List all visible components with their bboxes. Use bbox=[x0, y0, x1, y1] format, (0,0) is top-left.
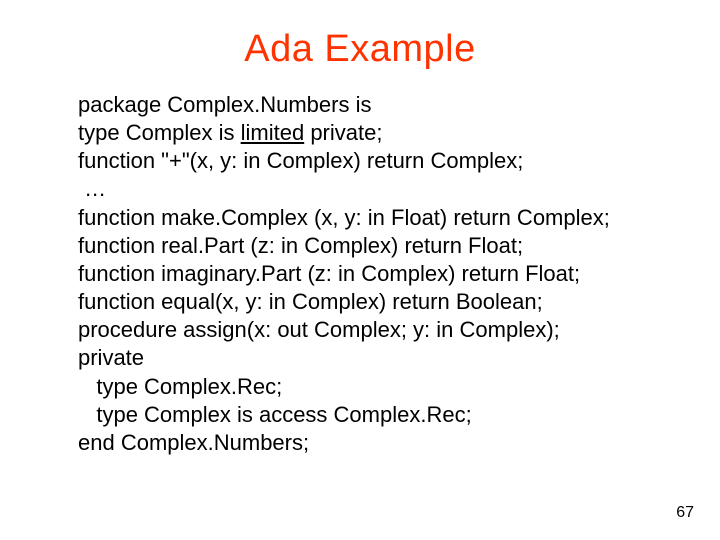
code-line-4: … bbox=[78, 176, 106, 201]
code-line-2a: type Complex is bbox=[78, 120, 241, 145]
code-line-10: private bbox=[78, 345, 144, 370]
code-line-11: type Complex.Rec; bbox=[78, 374, 282, 399]
code-line-7: function imaginary.Part (z: in Complex) … bbox=[78, 261, 580, 286]
code-line-9: procedure assign(x: out Complex; y: in C… bbox=[78, 317, 560, 342]
code-line-12: type Complex is access Complex.Rec; bbox=[78, 402, 472, 427]
code-line-2c: private; bbox=[304, 120, 382, 145]
code-line-1: package Complex.Numbers is bbox=[78, 92, 371, 117]
page-number: 67 bbox=[676, 504, 694, 522]
code-line-6: function real.Part (z: in Complex) retur… bbox=[78, 233, 523, 258]
code-line-13: end Complex.Numbers; bbox=[78, 430, 309, 455]
code-line-5: function make.Complex (x, y: in Float) r… bbox=[78, 205, 610, 230]
slide-title: Ada Example bbox=[0, 0, 720, 91]
code-block: package Complex.Numbers is type Complex … bbox=[0, 91, 720, 457]
code-line-2-limited: limited bbox=[241, 120, 305, 145]
slide: Ada Example package Complex.Numbers is t… bbox=[0, 0, 720, 540]
code-line-8: function equal(x, y: in Complex) return … bbox=[78, 289, 543, 314]
code-line-3: function "+"(x, y: in Complex) return Co… bbox=[78, 148, 523, 173]
